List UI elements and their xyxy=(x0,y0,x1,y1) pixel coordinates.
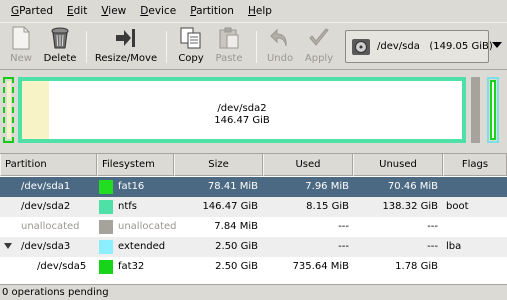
menu-view[interactable]: View xyxy=(94,0,133,22)
filesystem-name: extended xyxy=(118,241,166,252)
copy-button[interactable]: Copy xyxy=(176,26,206,68)
filesystem-color-swatch xyxy=(99,260,113,274)
menu-partition[interactable]: Partition xyxy=(183,0,241,22)
partition-unused: 70.46 MiB xyxy=(387,181,438,192)
partition-unused: 1.78 GiB xyxy=(395,261,438,272)
diskmap-partition-label: /dev/sda2 xyxy=(217,103,267,114)
toolbar-separator xyxy=(166,31,167,63)
partition-used: --- xyxy=(338,221,349,232)
table-row[interactable]: /dev/sda1 fat16 78.41 MiB 7.96 MiB 70.46… xyxy=(0,177,507,197)
table-row[interactable]: /dev/sda2 ntfs 146.47 GiB 8.15 GiB 138.3… xyxy=(0,197,507,217)
partition-table: Partition Filesystem Size Used Unused Fl… xyxy=(0,153,507,284)
new-button[interactable]: New xyxy=(6,26,36,68)
partition-name: /dev/sda3 xyxy=(21,241,71,252)
column-header-used[interactable]: Used xyxy=(263,154,353,176)
partition-name: unallocated xyxy=(21,221,80,232)
disk-map: /dev/sda2 146.47 GiB xyxy=(0,71,507,151)
partition-used: --- xyxy=(338,241,349,252)
diskmap-used-space xyxy=(7,81,11,139)
menu-device[interactable]: Device xyxy=(133,0,183,22)
diskmap-partition-sda1[interactable] xyxy=(3,77,14,143)
menu-help[interactable]: Help xyxy=(241,0,279,22)
diskmap-unallocated[interactable] xyxy=(471,77,480,143)
copy-icon xyxy=(179,26,203,50)
diskmap-partition-sda5[interactable] xyxy=(490,80,496,140)
partition-name: /dev/sda1 xyxy=(21,181,71,192)
partition-size: 7.84 MiB xyxy=(214,221,258,232)
column-header-filesystem[interactable]: Filesystem xyxy=(97,154,174,176)
checkmark-icon xyxy=(307,26,331,50)
menu-gparted[interactable]: GParted xyxy=(4,0,60,22)
partition-name: /dev/sda5 xyxy=(37,261,87,272)
partition-size: 2.50 GiB xyxy=(215,261,258,272)
partition-unused: 138.32 GiB xyxy=(382,201,438,212)
menu-bar: GParted Edit View Device Partition Help xyxy=(0,0,507,22)
filesystem-color-swatch xyxy=(99,220,113,234)
partition-used: 7.96 MiB xyxy=(305,181,349,192)
partition-flags: boot xyxy=(446,201,469,212)
trash-icon xyxy=(48,26,72,50)
column-header-partition[interactable]: Partition xyxy=(0,154,97,176)
new-document-icon xyxy=(9,26,33,50)
table-row[interactable]: unallocated unallocated 7.84 MiB --- --- xyxy=(0,217,507,237)
partition-name: /dev/sda2 xyxy=(21,201,71,212)
filesystem-color-swatch xyxy=(99,180,113,194)
filesystem-name: ntfs xyxy=(118,201,137,212)
filesystem-color-swatch xyxy=(99,200,113,214)
status-bar: 0 operations pending xyxy=(0,284,507,300)
device-selector[interactable]: /dev/sda (149.05 GiB) xyxy=(345,30,493,63)
table-row[interactable]: /dev/sda3 extended 2.50 GiB --- --- lba xyxy=(0,237,507,257)
toolbar-separator xyxy=(86,31,87,63)
chevron-down-icon[interactable] xyxy=(490,38,504,52)
partition-flags: lba xyxy=(446,241,462,252)
paste-button[interactable]: Paste xyxy=(214,26,244,68)
filesystem-name: fat32 xyxy=(118,261,145,272)
column-header-size[interactable]: Size xyxy=(174,154,263,176)
hard-disk-icon xyxy=(351,37,371,57)
table-row[interactable]: /dev/sda5 fat32 2.50 GiB 735.64 MiB 1.78… xyxy=(0,257,507,277)
resize-move-button[interactable]: Resize/Move xyxy=(95,26,157,68)
diskmap-partition-size: 146.47 GiB xyxy=(214,115,270,126)
partition-unused: --- xyxy=(427,221,438,232)
filesystem-color-swatch xyxy=(99,240,113,254)
expander-triangle-icon[interactable] xyxy=(4,243,12,249)
partition-used: 8.15 GiB xyxy=(306,201,349,212)
delete-button[interactable]: Delete xyxy=(42,26,78,68)
diskmap-partition-extended[interactable] xyxy=(487,77,499,143)
column-header-unused[interactable]: Unused xyxy=(353,154,443,176)
device-size: (149.05 GiB) xyxy=(429,41,493,52)
toolbar-separator xyxy=(256,31,257,63)
filesystem-name: fat16 xyxy=(118,181,145,192)
paste-icon xyxy=(217,26,241,50)
resize-move-icon xyxy=(114,26,138,50)
undo-icon xyxy=(268,26,292,50)
partition-size: 146.47 GiB xyxy=(202,201,258,212)
device-name: /dev/sda xyxy=(377,41,420,52)
diskmap-partition-sda2[interactable]: /dev/sda2 146.47 GiB xyxy=(18,77,466,143)
partition-used: 735.64 MiB xyxy=(292,261,349,272)
column-header-flags[interactable]: Flags xyxy=(443,154,507,176)
partition-unused: --- xyxy=(427,241,438,252)
table-header: Partition Filesystem Size Used Unused Fl… xyxy=(0,154,507,176)
partition-size: 78.41 MiB xyxy=(207,181,258,192)
partition-size: 2.50 GiB xyxy=(215,241,258,252)
apply-button[interactable]: Apply xyxy=(304,26,334,68)
menu-edit[interactable]: Edit xyxy=(60,0,94,22)
undo-button[interactable]: Undo xyxy=(265,26,295,68)
filesystem-name: unallocated xyxy=(118,221,177,232)
